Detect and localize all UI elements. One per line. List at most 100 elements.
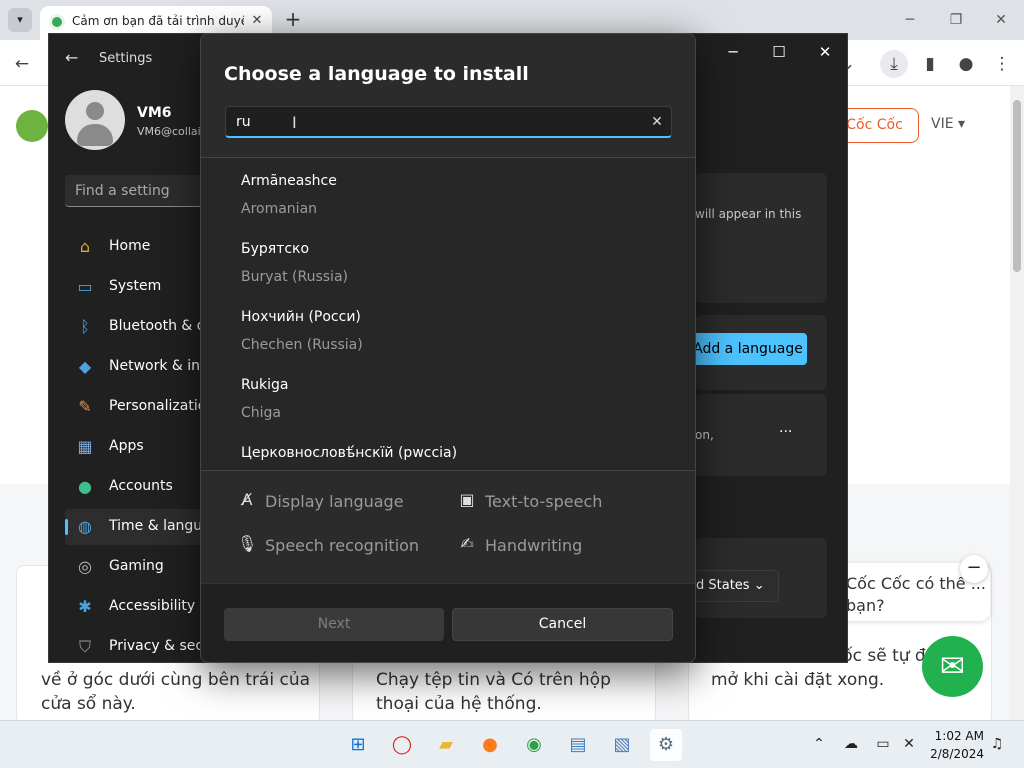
browser-restore-button[interactable]: ❐ bbox=[942, 8, 970, 32]
page-scrollbar[interactable] bbox=[1010, 86, 1024, 720]
cancel-button[interactable]: Cancel bbox=[452, 608, 673, 641]
language-native-name: Церковнословѣ́нскїй (рwссіа) bbox=[241, 445, 458, 461]
scrollbar-thumb[interactable] bbox=[1013, 100, 1021, 272]
firefox-icon[interactable]: ● bbox=[474, 729, 506, 761]
list-item[interactable]: Rukiga Chiga bbox=[201, 362, 695, 430]
store-icon[interactable]: ▤ bbox=[562, 729, 594, 761]
language-english-name: Chiga bbox=[241, 405, 282, 421]
nav-label: Accessibility bbox=[109, 598, 196, 614]
apps-icon: ▦ bbox=[77, 437, 93, 456]
display-icon[interactable]: ▭ bbox=[872, 733, 894, 755]
handwriting-icon: ✍ bbox=[460, 534, 474, 553]
download-icon[interactable]: ⤓ bbox=[880, 50, 908, 78]
text-cursor-icon: I bbox=[292, 113, 297, 132]
settings-close-button[interactable]: ✕ bbox=[811, 40, 839, 64]
language-native-name: Нохчийн (Росси) bbox=[241, 309, 361, 325]
feature-label: Handwriting bbox=[485, 536, 583, 555]
more-options-icon[interactable]: ··· bbox=[779, 424, 792, 440]
back-arrow-icon[interactable]: ← bbox=[8, 50, 36, 78]
notification-bell-icon[interactable]: ♫ bbox=[986, 733, 1008, 755]
feature-speech-recognition: 🎙 Speech recognition bbox=[237, 532, 437, 558]
nav-label: Gaming bbox=[109, 558, 164, 574]
feature-handwriting: ✍ Handwriting bbox=[457, 532, 657, 558]
user-name: VM6 bbox=[137, 105, 172, 121]
nav-label: Bluetooth & de bbox=[109, 318, 215, 334]
settings-maximize-button[interactable]: ☐ bbox=[765, 40, 793, 64]
chrome-icon[interactable]: ◉ bbox=[518, 729, 550, 761]
region-value: d States bbox=[696, 578, 750, 593]
add-language-button[interactable]: Add a language bbox=[689, 333, 807, 365]
user-email: VM6@collai bbox=[137, 125, 201, 138]
file-explorer-icon[interactable]: ▰ bbox=[430, 729, 462, 761]
dialog-footer: Next Cancel bbox=[201, 583, 695, 662]
find-setting-placeholder: Find a setting bbox=[75, 183, 170, 199]
language-value: VIE bbox=[931, 116, 954, 132]
tray-chevron-up-icon[interactable]: ⌃ bbox=[808, 733, 830, 755]
nav-label: Accounts bbox=[109, 478, 173, 494]
network-icon: ◆ bbox=[78, 357, 92, 376]
messenger-icon[interactable]: ✉ bbox=[922, 636, 983, 697]
gamepad-icon: ◎ bbox=[78, 557, 92, 576]
taskbar: ⊞ ◯ ▰ ● ◉ ▤ ▧ ⚙ ⌃ ☁ ▭ ✕ 1:02 AM 2/8/2024… bbox=[0, 720, 1024, 768]
browser-minimize-button[interactable]: ─ bbox=[896, 8, 924, 32]
clock-date[interactable]: 2/8/2024 bbox=[920, 747, 984, 761]
language-native-name: Бурятско bbox=[241, 241, 310, 257]
next-button[interactable]: Next bbox=[224, 608, 444, 641]
coccoc-logo-icon bbox=[16, 110, 48, 142]
language-english-name: Buryat (Russia) bbox=[241, 269, 348, 285]
avatar bbox=[65, 90, 125, 150]
more-menu-icon[interactable]: ⋮ bbox=[988, 50, 1016, 78]
region-select[interactable]: d States ⌄ bbox=[689, 570, 779, 602]
home-icon: ⌂ bbox=[79, 237, 91, 256]
preferred-language-card: will appear in this bbox=[695, 173, 827, 303]
list-item[interactable]: Бурятско Buryat (Russia) bbox=[201, 226, 695, 294]
language-list[interactable]: Armãneashce Aromanian Бурятско Buryat (R… bbox=[201, 158, 695, 470]
feature-label: Text-to-speech bbox=[485, 492, 603, 511]
new-tab-button[interactable]: + bbox=[282, 8, 304, 30]
feature-text-to-speech: ▣ Text-to-speech bbox=[457, 488, 657, 514]
coccoc-favicon-icon bbox=[49, 14, 65, 30]
active-indicator bbox=[65, 519, 68, 535]
nav-label: Home bbox=[109, 238, 151, 254]
clock-time[interactable]: 1:02 AM bbox=[928, 729, 984, 743]
app-installer-icon[interactable]: ▧ bbox=[606, 729, 638, 761]
clear-search-icon[interactable]: ✕ bbox=[646, 111, 668, 133]
feature-label: Speech recognition bbox=[265, 536, 420, 555]
settings-minimize-button[interactable]: ─ bbox=[719, 40, 747, 64]
nav-label: Network & inte bbox=[109, 358, 215, 374]
language-native-name: Rukiga bbox=[241, 377, 289, 393]
volume-muted-icon[interactable]: ✕ bbox=[898, 733, 920, 755]
nav-label: Time & langua bbox=[109, 518, 211, 534]
preferred-language-note: will appear in this bbox=[695, 207, 802, 221]
language-selector[interactable]: VIE ▾ bbox=[931, 116, 965, 132]
language-native-name: Armãneashce bbox=[241, 173, 337, 189]
start-windows-icon[interactable]: ⊞ bbox=[342, 729, 374, 761]
browser-close-button[interactable]: ✕ bbox=[987, 8, 1015, 32]
bluetooth-icon: ᛒ bbox=[80, 317, 90, 336]
language-english-name: Chechen (Russia) bbox=[241, 337, 363, 353]
tab-search-button[interactable]: ▾ bbox=[8, 8, 32, 32]
display-language-icon: A̸ bbox=[241, 490, 253, 509]
shield-icon: ⛉ bbox=[78, 637, 91, 656]
settings-back-icon[interactable]: ← bbox=[65, 48, 78, 67]
brush-icon: ✎ bbox=[78, 397, 92, 416]
profile-icon[interactable]: ● bbox=[952, 50, 980, 78]
language-row-card: on, ··· bbox=[695, 394, 827, 476]
choose-language-dialog: Choose a language to install ✕ I Armãnea… bbox=[200, 33, 696, 663]
search-icon[interactable]: ◯ bbox=[386, 729, 418, 761]
accessibility-icon: ✱ bbox=[78, 597, 92, 616]
side-panel-icon[interactable]: ▮ bbox=[916, 50, 944, 78]
nav-label: Apps bbox=[109, 438, 144, 454]
list-item[interactable]: Нохчийн (Росси) Chechen (Russia) bbox=[201, 294, 695, 362]
list-bottom-divider bbox=[201, 470, 695, 471]
chat-minimize-button[interactable]: − bbox=[960, 555, 988, 583]
feature-label: Display language bbox=[265, 492, 404, 511]
settings-gear-icon[interactable]: ⚙ bbox=[650, 729, 682, 761]
network-status-icon[interactable]: ☁ bbox=[840, 733, 862, 755]
list-item[interactable]: Armãneashce Aromanian bbox=[201, 158, 695, 226]
dialog-title: Choose a language to install bbox=[224, 63, 529, 85]
tab-close-icon[interactable]: ✕ bbox=[248, 12, 266, 30]
globe-icon: ◍ bbox=[78, 517, 92, 536]
language-row-text: on, bbox=[695, 428, 714, 442]
tab-title: Cảm ơn bạn đã tải trình duyệt Cốc Cốc bbox=[72, 14, 244, 28]
